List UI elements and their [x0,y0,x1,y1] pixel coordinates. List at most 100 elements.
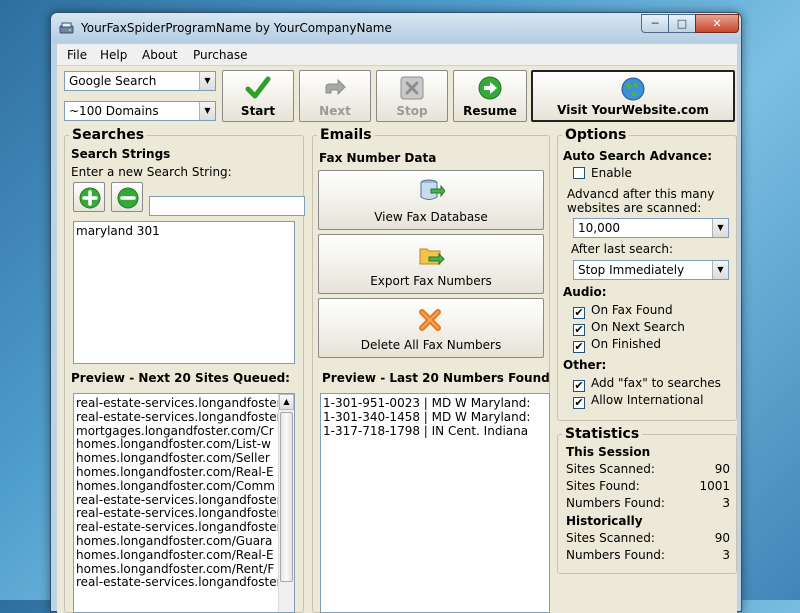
queued-site-item[interactable]: real-estate-services.longandfoster [74,576,279,590]
fax-number-item[interactable]: 1-301-951-0023 | MD W Maryland: [321,396,549,411]
add-fax-checkbox[interactable]: ✔ Add "fax" to searches [573,376,721,392]
queued-scrollbar[interactable]: ▲ [278,394,294,612]
checkbox-icon: ✔ [573,306,585,319]
hist-numbers-found-value: 3 [722,548,730,562]
queued-site-item[interactable]: real-estate-services.longandfoster [74,520,279,535]
maximize-button[interactable]: □ [668,14,696,33]
advance-text-2: websites are scanned: [567,201,702,215]
audio-heading: Audio: [563,285,607,299]
delete-all-fax-button[interactable]: Delete All Fax Numbers [318,298,544,358]
plus-icon [79,187,101,209]
visit-label: Visit YourWebsite.com [557,103,709,117]
search-string-item[interactable]: maryland 301 [74,224,294,239]
emails-title: Emails [317,127,375,143]
searches-title: Searches [69,127,148,143]
next-label: Next [319,104,351,118]
queued-site-item[interactable]: real-estate-services.longandfoster [74,507,279,521]
fax-number-item[interactable]: 1-317-718-1798 | IN Cent. Indiana [321,424,549,439]
sites-scanned-label: Sites Scanned: [566,462,655,476]
scroll-thumb[interactable] [280,412,293,582]
search-engine-select[interactable]: Google Search ▼ [64,71,216,91]
remove-search-button[interactable] [111,182,143,212]
enable-label: Enable [591,166,632,180]
other-heading: Other: [563,358,607,372]
queued-site-item[interactable]: homes.longandfoster.com/List-w [74,438,279,452]
found-numbers-list[interactable]: 1-301-951-0023 | MD W Maryland: 1-301-340… [320,393,550,613]
globe-icon [621,77,645,101]
stop-button[interactable]: Stop [376,70,448,122]
numbers-found-value: 3 [722,496,730,510]
checkbox-icon: ✔ [573,379,585,392]
queued-site-item[interactable]: homes.longandfoster.com/Real-E [74,465,279,480]
queued-site-item[interactable]: homes.longandfoster.com/Real-E [74,548,279,563]
checkbox-icon [573,167,585,179]
auto-advance-heading: Auto Search Advance: [563,149,713,163]
chevron-down-icon: ▼ [199,72,215,90]
fax-data-heading: Fax Number Data [319,151,437,165]
queued-site-item[interactable]: real-estate-services.longandfoster [74,410,279,425]
search-strings-list[interactable]: maryland 301 [73,221,295,364]
session-heading: This Session [566,445,651,459]
menu-bar: File Help About Purchase [57,44,737,66]
domain-limit-value: ~100 Domains [69,104,159,118]
minimize-button[interactable]: ─ [641,14,669,33]
search-string-input[interactable] [149,196,305,216]
queued-site-item[interactable]: real-estate-services.longandfoster [74,396,279,411]
after-last-select[interactable]: Stop Immediately ▼ [573,260,729,280]
maximize-icon: □ [676,17,688,30]
sites-found-value: 1001 [699,479,730,493]
domain-limit-select[interactable]: ~100 Domains ▼ [64,101,216,121]
stop-x-icon [400,76,424,100]
audio-finished-label: On Finished [591,337,662,351]
fax-actions: View Fax Database Export Fax Numbers Del… [318,170,544,370]
queued-sites-list[interactable]: real-estate-services.longandfoster real-e… [73,393,295,613]
resume-button[interactable]: Resume [453,70,527,122]
app-window: YourFaxSpiderProgramName by YourCompanyN… [50,12,742,613]
queued-site-item[interactable]: homes.longandfoster.com/Rent/F [74,562,279,577]
fax-spider-icon [59,22,74,34]
audio-fax-found-checkbox[interactable]: ✔ On Fax Found [573,303,673,319]
chevron-down-icon: ▼ [712,261,728,279]
minus-icon [117,187,139,209]
menu-about[interactable]: About [142,48,177,62]
statistics-group: This Session Sites Scanned: 90 Sites Fou… [557,434,737,574]
checkbox-icon: ✔ [573,340,585,353]
allow-international-checkbox[interactable]: ✔ Allow International [573,393,703,409]
export-fax-numbers-button[interactable]: Export Fax Numbers [318,234,544,294]
scroll-up-icon[interactable]: ▲ [279,394,294,410]
audio-finished-checkbox[interactable]: ✔ On Finished [573,337,661,353]
view-fax-database-button[interactable]: View Fax Database [318,170,544,230]
start-label: Start [240,104,276,118]
enable-checkbox[interactable]: Enable [573,166,632,180]
queued-site-item[interactable]: homes.longandfoster.com/Guara [74,534,279,549]
folder-export-icon [419,248,445,266]
view-db-label: View Fax Database [374,210,488,224]
hist-sites-scanned-value: 90 [714,531,730,545]
minimize-icon: ─ [651,17,659,30]
add-search-button[interactable] [73,182,105,212]
hist-sites-scanned-label: Sites Scanned: [566,531,655,545]
visit-website-button[interactable]: Visit YourWebsite.com [531,70,735,122]
add-fax-label: Add "fax" to searches [591,376,721,390]
menu-help[interactable]: Help [100,48,127,62]
title-bar[interactable]: YourFaxSpiderProgramName by YourCompanyN… [51,13,741,43]
chevron-down-icon: ▼ [199,102,215,120]
queued-site-item[interactable]: homes.longandfoster.com/Seller [74,451,279,466]
search-string-prompt: Enter a new Search String: [71,165,232,179]
close-button[interactable]: ✕ [695,14,739,33]
menu-file[interactable]: File [67,48,87,62]
next-button[interactable]: Next [299,70,371,122]
queued-site-item[interactable]: mortgages.longandfoster.com/Cr [74,424,279,439]
close-icon: ✕ [712,17,722,30]
hist-numbers-found-label: Numbers Found: [566,548,665,562]
options-title: Options [562,127,630,143]
audio-next-search-checkbox[interactable]: ✔ On Next Search [573,320,685,336]
fax-number-item[interactable]: 1-301-340-1458 | MD W Maryland: [321,410,549,425]
advance-count-select[interactable]: 10,000 ▼ [573,218,729,238]
queued-site-item[interactable]: real-estate-services.longandfoster [74,493,279,508]
next-arrow-icon [325,78,346,96]
queued-site-item[interactable]: homes.longandfoster.com/Comm [74,479,279,494]
start-button[interactable]: Start [222,70,294,122]
menu-purchase[interactable]: Purchase [193,48,248,62]
sites-scanned-value: 90 [714,462,730,476]
